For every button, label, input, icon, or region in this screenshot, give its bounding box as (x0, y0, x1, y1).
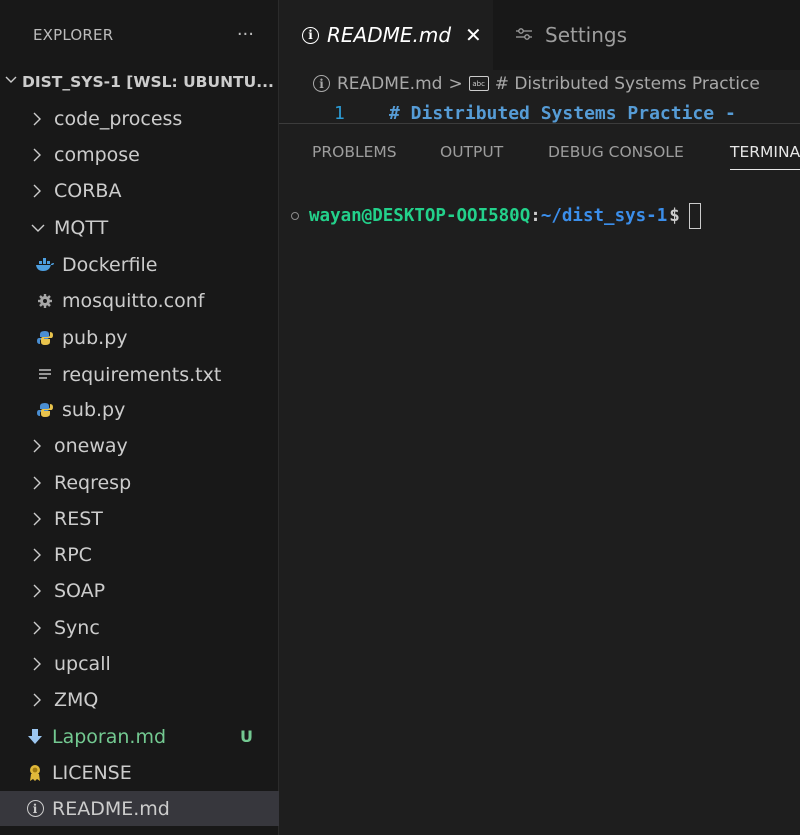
tree-folder-mqtt[interactable]: MQTT (0, 210, 279, 245)
tab-label: Settings (545, 23, 628, 47)
tree-folder-soap[interactable]: SOAP (0, 573, 279, 608)
breadcrumb-file[interactable]: README.md (337, 74, 442, 94)
info-icon: i (24, 800, 46, 817)
lines-icon (34, 368, 56, 382)
chevron-right-icon (30, 438, 48, 454)
tree-folder-oneway[interactable]: oneway (0, 428, 279, 463)
tree-folder-code-process[interactable]: code_process (0, 101, 279, 136)
explorer-title: EXPLORER (33, 26, 114, 44)
chevron-right-icon (30, 656, 48, 672)
line-number: 1 (334, 103, 345, 123)
terminal[interactable]: wayan@DESKTOP-OOI580Q : ~/dist_sys-1 $ (279, 179, 800, 835)
chevron-right-icon (30, 583, 48, 599)
info-icon: i (302, 26, 319, 44)
tree-folder-zmq[interactable]: ZMQ (0, 682, 279, 717)
tree-folder-sync[interactable]: Sync (0, 610, 279, 645)
prompt-user-host: wayan@DESKTOP-OOI580Q (309, 206, 531, 226)
tree-item-label: pub.py (62, 326, 128, 349)
explorer-sidebar: EXPLORER ··· DIST_SYS-1 [WSL: UBUNTU... … (0, 0, 279, 835)
tree-item-label: requirements.txt (62, 363, 222, 386)
code-line-content: # Distributed Systems Practice - (389, 103, 736, 123)
tree-item-label: Reqresp (54, 471, 132, 494)
terminal-prompt-line: wayan@DESKTOP-OOI580Q : ~/dist_sys-1 $ (291, 203, 701, 229)
tree-item-label: CORBA (54, 179, 122, 202)
tree-item-label: README.md (52, 797, 170, 820)
root-folder[interactable]: DIST_SYS-1 [WSL: UBUNTU... (0, 67, 279, 97)
tree-file-laporan-md[interactable]: Laporan.md U (0, 719, 279, 754)
chevron-right-icon (30, 111, 48, 127)
tree-item-label: RPC (54, 543, 92, 566)
tree-item-label: mosquitto.conf (62, 289, 205, 312)
tab-terminal[interactable]: TERMINAL (730, 124, 800, 179)
prompt-path: ~/dist_sys-1 (540, 206, 668, 226)
chevron-right-icon (30, 475, 48, 491)
chevron-right-icon (30, 147, 48, 163)
chevron-right-icon (30, 692, 48, 708)
chevron-down-icon (4, 73, 18, 91)
tree-item-label: code_process (54, 107, 183, 130)
command-decoration-icon[interactable] (291, 212, 299, 220)
tree-item-label: upcall (54, 652, 111, 675)
prompt-dollar: $ (669, 206, 680, 226)
tree-file-license[interactable]: LICENSE (0, 755, 279, 790)
root-folder-label: DIST_SYS-1 [WSL: UBUNTU... (22, 73, 274, 91)
chevron-right-icon (30, 547, 48, 563)
breadcrumb-separator: > (448, 73, 463, 94)
gear-icon (34, 293, 56, 309)
tree-item-label: Laporan.md (52, 725, 167, 748)
more-actions-button[interactable]: ··· (237, 26, 254, 44)
terminal-cursor (688, 203, 701, 229)
tree-item-label: compose (54, 143, 140, 166)
download-arrow-icon (24, 728, 46, 745)
tab-debug-console[interactable]: DEBUG CONSOLE (548, 124, 684, 179)
symbol-string-icon: abc (468, 76, 489, 91)
settings-sliders-icon (515, 23, 533, 47)
tree-item-label: Sync (54, 616, 100, 639)
tree-file-requirements-txt[interactable]: requirements.txt (0, 357, 279, 392)
git-untracked-badge: U (240, 727, 253, 746)
tab-problems[interactable]: PROBLEMS (312, 124, 397, 179)
python-icon (34, 330, 56, 346)
tree-file-pub-py[interactable]: pub.py (0, 320, 279, 355)
tree-file-sub-py[interactable]: sub.py (0, 392, 279, 427)
chevron-right-icon (30, 511, 48, 527)
tree-item-label: ZMQ (54, 688, 99, 711)
close-icon[interactable]: ✕ (465, 23, 482, 47)
panel-tab-bar: PROBLEMS OUTPUT DEBUG CONSOLE TERMINAL (279, 124, 800, 179)
prompt-colon: : (530, 206, 541, 226)
tree-folder-rpc[interactable]: RPC (0, 537, 279, 572)
license-icon (24, 764, 46, 782)
chevron-down-icon (30, 221, 48, 235)
tab-label: README.md (327, 23, 452, 47)
tree-folder-upcall[interactable]: upcall (0, 646, 279, 681)
tree-item-label: MQTT (54, 216, 109, 239)
tab-readme[interactable]: i README.md ✕ (279, 0, 493, 70)
info-icon: i (313, 75, 330, 92)
chevron-right-icon (30, 183, 48, 199)
tree-item-label: sub.py (62, 398, 126, 421)
chevron-right-icon (30, 620, 48, 636)
tree-folder-corba[interactable]: CORBA (0, 173, 279, 208)
tree-item-label: REST (54, 507, 103, 530)
explorer-header: EXPLORER ··· (0, 0, 278, 70)
tab-settings[interactable]: Settings (493, 0, 690, 70)
editor-code-area[interactable]: 1 # Distributed Systems Practice - (279, 97, 800, 123)
python-icon (34, 402, 56, 418)
breadcrumb: i README.md > abc # Distributed Systems … (279, 70, 800, 97)
tree-file-mosquitto-conf[interactable]: mosquitto.conf (0, 283, 279, 318)
tree-file-readme-md[interactable]: i README.md (0, 791, 279, 826)
breadcrumb-symbol[interactable]: # Distributed Systems Practice (495, 74, 760, 94)
editor-tab-bar: i README.md ✕ Settings (279, 0, 800, 70)
tree-folder-reqresp[interactable]: Reqresp (0, 465, 279, 500)
tab-output[interactable]: OUTPUT (440, 124, 503, 179)
tree-item-label: SOAP (54, 579, 106, 602)
tree-folder-compose[interactable]: compose (0, 137, 279, 172)
tree-item-label: Dockerfile (62, 253, 158, 276)
tree-folder-rest[interactable]: REST (0, 501, 279, 536)
docker-icon (34, 257, 56, 272)
tree-file-dockerfile[interactable]: Dockerfile (0, 247, 279, 282)
tree-item-label: LICENSE (52, 761, 132, 784)
tree-item-label: oneway (54, 434, 128, 457)
